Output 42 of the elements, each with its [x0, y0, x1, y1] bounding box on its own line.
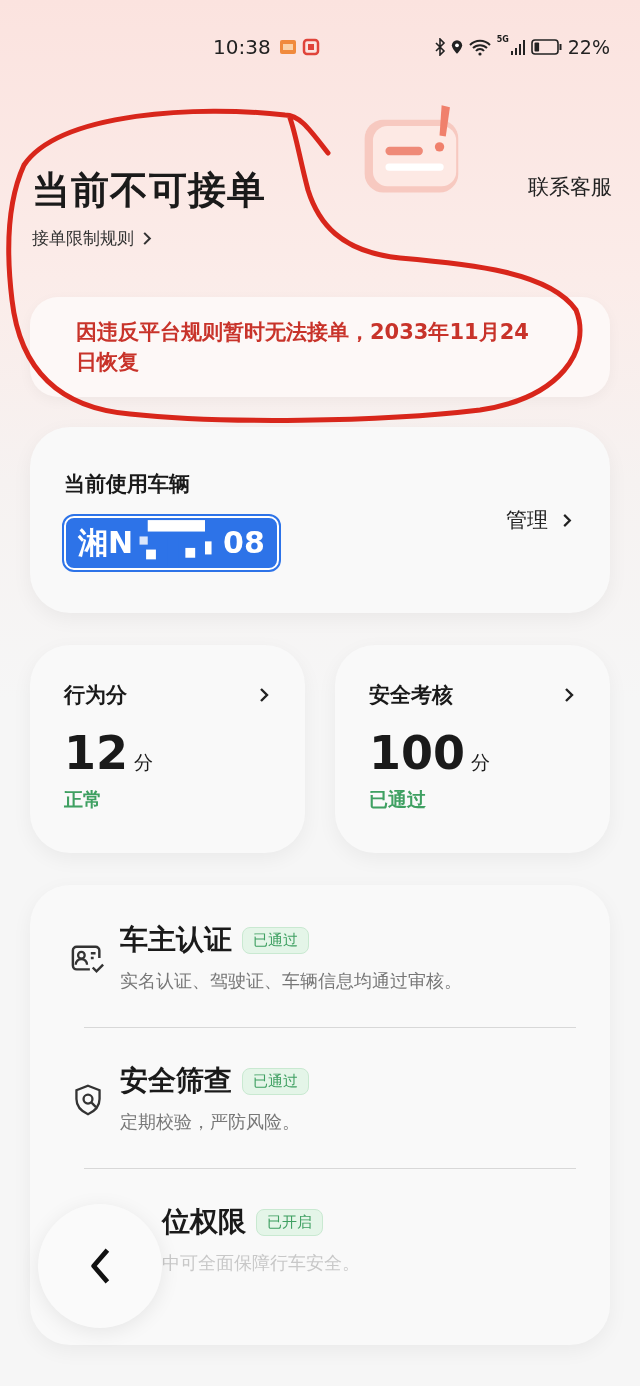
score-unit: 分: [134, 750, 153, 775]
rules-link[interactable]: 接单限制规则: [32, 227, 266, 250]
battery-icon: [530, 38, 563, 56]
status-badge: 已通过: [242, 1067, 309, 1095]
back-icon: [89, 1247, 111, 1285]
score-value: 100: [369, 727, 466, 779]
score-title: 行为分: [64, 682, 127, 709]
check-description: 定期校验，严防风险。: [120, 1110, 301, 1134]
chevron-right-icon: [142, 231, 152, 246]
score-status: 正常: [64, 787, 103, 812]
chevron-right-icon: [562, 512, 572, 528]
score-card[interactable]: 行为分 12 分 正常: [30, 645, 305, 853]
check-title: 位权限: [162, 1204, 246, 1240]
status-badge: 已开启: [256, 1208, 323, 1236]
score-unit: 分: [471, 750, 491, 775]
plate-prefix: 湘N: [78, 524, 134, 562]
app-icon: [278, 38, 297, 56]
check-title: 车主认证: [120, 922, 232, 958]
vehicle-label: 当前使用车辆: [64, 471, 191, 498]
contact-service-link[interactable]: 联系客服: [528, 173, 612, 201]
status-time: 10:38: [213, 35, 271, 59]
score-status: 已通过: [369, 787, 427, 812]
book-icon: [301, 38, 320, 56]
location-icon: [450, 38, 463, 56]
check-description: 实名认证、驾驶证、车辆信息均通过审核。: [120, 969, 462, 993]
id-card-icon: [71, 943, 105, 975]
bluetooth-icon: [433, 38, 446, 56]
status-badge: 已通过: [242, 926, 309, 954]
chevron-right-icon: [564, 687, 574, 703]
score-value: 12: [64, 727, 128, 779]
page-title: 当前不可接单: [32, 167, 266, 214]
plate-suffix: 08: [223, 524, 265, 562]
check-title: 安全筛查: [120, 1063, 232, 1099]
score-title: 安全考核: [369, 682, 453, 709]
battery-percent: 22%: [567, 36, 610, 58]
chevron-right-icon: [259, 687, 269, 703]
network-type: 5G: [496, 35, 509, 44]
score-card[interactable]: 安全考核 100 分 已通过: [335, 645, 610, 853]
wifi-icon: [467, 38, 492, 56]
notice-text: 因违反平台规则暂时无法接单，2033年11月24日恢复: [76, 319, 530, 376]
manage-link[interactable]: 管理: [506, 506, 572, 534]
signal-icon: [509, 38, 526, 56]
